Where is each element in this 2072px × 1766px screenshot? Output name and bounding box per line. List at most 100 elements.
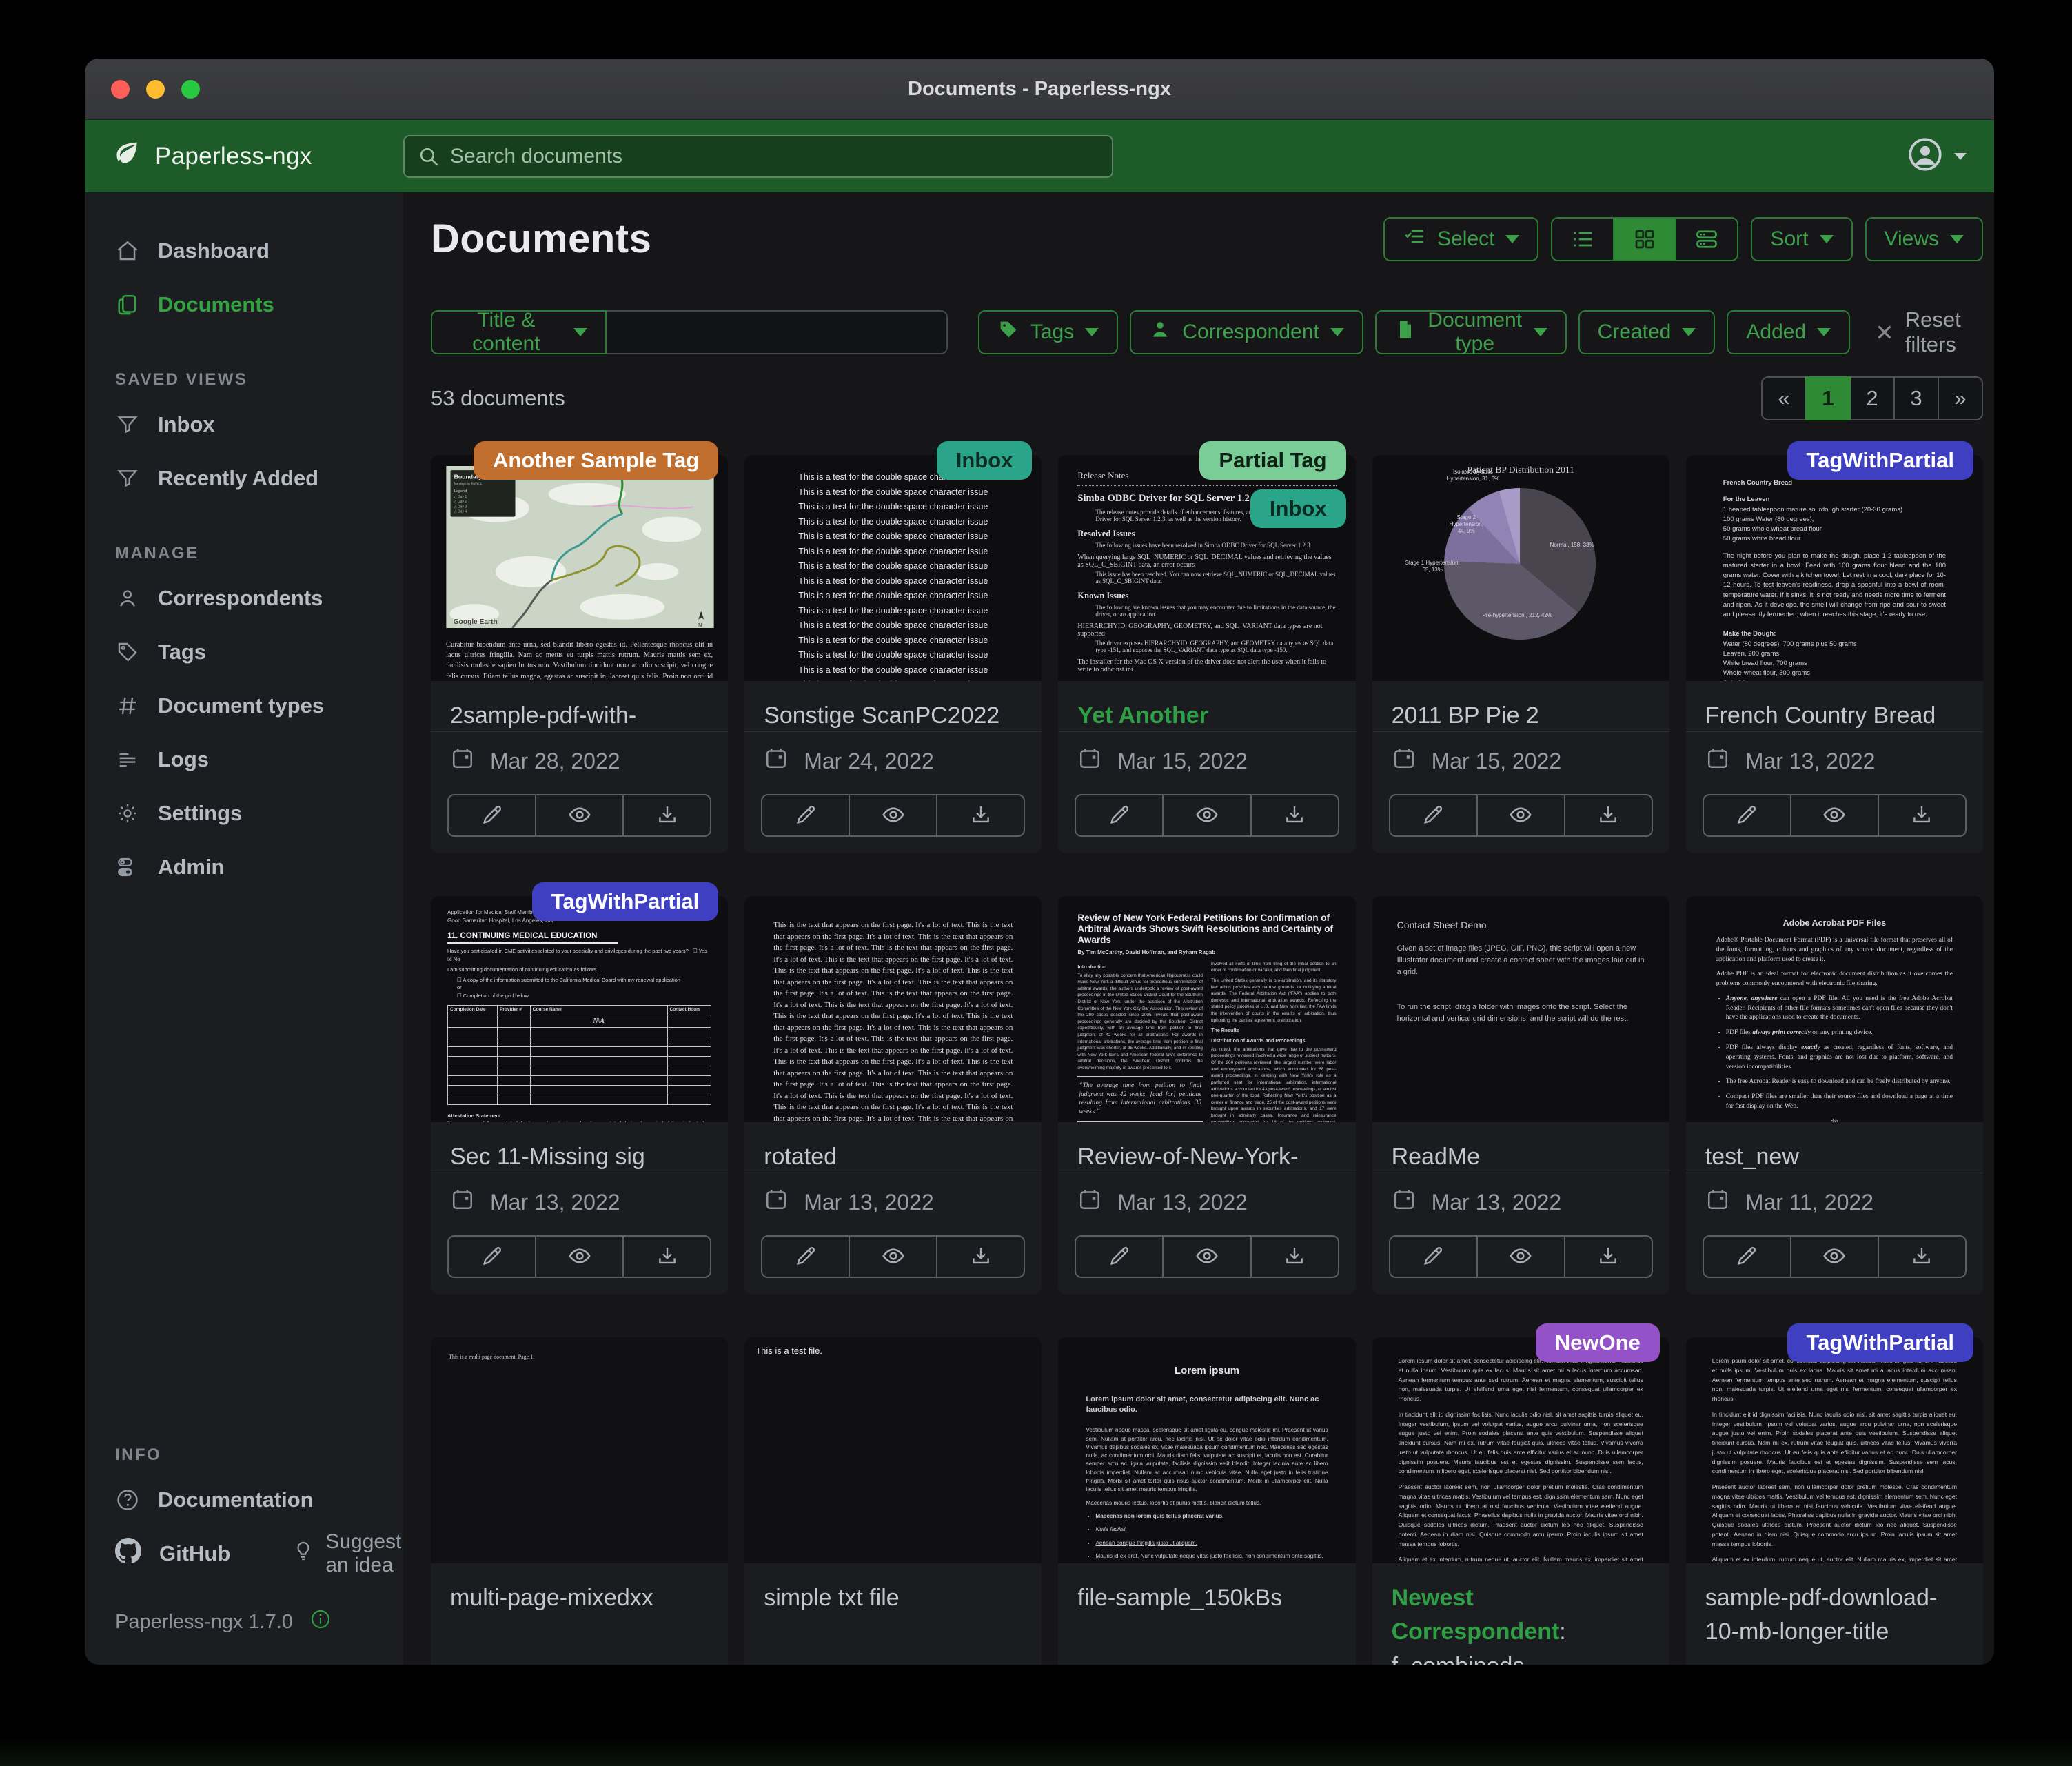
sidebar-item-inbox[interactable]: Inbox xyxy=(85,398,403,451)
document-title[interactable]: rotated xyxy=(744,1122,1042,1173)
document-tag[interactable]: TagWithPartial xyxy=(1787,1323,1973,1362)
edit-document-button[interactable] xyxy=(1389,1235,1478,1278)
edit-document-button[interactable] xyxy=(1075,1235,1164,1278)
document-title[interactable]: Review-of-New-York-Federal-Petitions-art… xyxy=(1058,1122,1355,1173)
document-tag[interactable]: Partial Tag xyxy=(1199,441,1345,480)
download-document-button[interactable] xyxy=(622,794,711,837)
document-correspondent[interactable]: Newest Correspondent xyxy=(1392,1585,1560,1645)
pagination-prev[interactable]: « xyxy=(1761,376,1807,420)
document-tag[interactable]: NewOne xyxy=(1536,1323,1660,1362)
edit-document-button[interactable] xyxy=(1389,794,1478,837)
sidebar-item-documents[interactable]: Documents xyxy=(85,278,403,332)
edit-document-button[interactable] xyxy=(1075,794,1164,837)
view-document-button[interactable] xyxy=(1162,794,1251,837)
info-circle-icon[interactable] xyxy=(309,1608,332,1636)
document-tag[interactable]: Inbox xyxy=(1250,489,1346,528)
pagination-next[interactable]: » xyxy=(1938,376,1983,420)
pagination-page-3[interactable]: 3 xyxy=(1893,376,1939,420)
view-document-button[interactable] xyxy=(849,1235,937,1278)
download-document-button[interactable] xyxy=(1564,1235,1653,1278)
document-thumbnail[interactable]: Lorem ipsum dolor sit amet, consectetur … xyxy=(1686,1337,1983,1563)
download-document-button[interactable] xyxy=(936,1235,1025,1278)
download-document-button[interactable] xyxy=(1564,794,1653,837)
document-thumbnail[interactable]: This is the text that appears on the fir… xyxy=(744,896,1042,1122)
sidebar-item-github[interactable]: GitHub xyxy=(159,1541,230,1566)
correspondent-filter-button[interactable]: Correspondent xyxy=(1130,310,1363,354)
document-title[interactable]: file-sample_150kBs xyxy=(1058,1563,1355,1665)
maximize-window-button[interactable] xyxy=(181,80,200,99)
document-title[interactable]: 2sample-pdf-with-images xyxy=(431,681,728,731)
document-title[interactable]: Sec 11-Missing sig xyxy=(431,1122,728,1173)
document-title[interactable]: multi-page-mixedxx xyxy=(431,1563,728,1665)
close-window-button[interactable] xyxy=(111,80,130,99)
document-correspondent[interactable]: Yet Another Correspondent xyxy=(1077,702,1246,731)
document-thumbnail[interactable]: Contact Sheet DemoGiven a set of image f… xyxy=(1372,896,1669,1122)
document-thumbnail[interactable]: This is a test for the double space char… xyxy=(744,455,1042,681)
sidebar-item-recently-added[interactable]: Recently Added xyxy=(85,451,403,505)
download-document-button[interactable] xyxy=(1878,794,1967,837)
title-content-dropdown[interactable]: Title & content xyxy=(431,310,607,354)
pagination-page-2[interactable]: 2 xyxy=(1849,376,1895,420)
document-thumbnail[interactable]: Lorem ipsumLorem ipsum dolor sit amet, c… xyxy=(1058,1337,1355,1563)
sidebar-item-correspondents[interactable]: Correspondents xyxy=(85,571,403,625)
filter-text-input[interactable] xyxy=(607,310,948,354)
view-document-button[interactable] xyxy=(535,794,624,837)
sidebar-item-dashboard[interactable]: Dashboard xyxy=(85,224,403,278)
document-tag[interactable]: Another Sample Tag xyxy=(474,441,718,480)
document-thumbnail[interactable]: This is a multi page document. Page 1. xyxy=(431,1337,728,1563)
edit-document-button[interactable] xyxy=(447,794,536,837)
select-button[interactable]: Select xyxy=(1383,217,1538,261)
view-document-button[interactable] xyxy=(849,794,937,837)
view-document-button[interactable] xyxy=(535,1235,624,1278)
search-input[interactable] xyxy=(403,135,1113,178)
view-document-button[interactable] xyxy=(1476,794,1565,837)
document-thumbnail[interactable]: French Country BreadFor the Leaven1 heap… xyxy=(1686,455,1983,681)
pagination-page-1[interactable]: 1 xyxy=(1805,376,1851,420)
sidebar-item-settings[interactable]: Settings xyxy=(85,786,403,840)
document-tag[interactable]: Inbox xyxy=(937,441,1033,480)
document-title[interactable]: Newest Correspondent: f_combineds xyxy=(1372,1563,1669,1665)
document-tag[interactable]: TagWithPartial xyxy=(532,882,718,921)
sort-button[interactable]: Sort xyxy=(1751,217,1852,261)
edit-document-button[interactable] xyxy=(761,794,850,837)
view-document-button[interactable] xyxy=(1162,1235,1251,1278)
view-document-button[interactable] xyxy=(1790,794,1879,837)
document-thumbnail[interactable]: Application for Medical Staff MembersGoo… xyxy=(431,896,728,1122)
document-thumbnail[interactable]: Review of New York Federal Petitions for… xyxy=(1058,896,1355,1122)
download-document-button[interactable] xyxy=(936,794,1025,837)
download-document-button[interactable] xyxy=(1250,794,1339,837)
download-document-button[interactable] xyxy=(1878,1235,1967,1278)
document-thumbnail[interactable]: Boundary Waters Tripfor days in BWCALege… xyxy=(431,455,728,681)
document-thumbnail[interactable]: Lorem ipsum dolor sit amet, consectetur … xyxy=(1372,1337,1669,1563)
edit-document-button[interactable] xyxy=(447,1235,536,1278)
views-button[interactable]: Views xyxy=(1865,217,1983,261)
edit-document-button[interactable] xyxy=(1703,794,1791,837)
created-filter-button[interactable]: Created xyxy=(1578,310,1716,354)
tags-filter-button[interactable]: Tags xyxy=(978,310,1118,354)
document-thumbnail[interactable]: Patient BP Distribution 2011Normal, 158,… xyxy=(1372,455,1669,681)
reset-filters-button[interactable]: ✕ Reset filters xyxy=(1875,307,1986,357)
user-menu[interactable] xyxy=(1906,135,1967,177)
download-document-button[interactable] xyxy=(622,1235,711,1278)
added-filter-button[interactable]: Added xyxy=(1727,310,1850,354)
suggest-idea-link[interactable]: Suggest an idea xyxy=(292,1530,403,1577)
document-title[interactable]: Yet Another Correspondent: Testing Email xyxy=(1058,681,1355,731)
view-document-button[interactable] xyxy=(1790,1235,1879,1278)
sidebar-item-tags[interactable]: Tags xyxy=(85,625,403,679)
document-title[interactable]: simple txt file xyxy=(744,1563,1042,1665)
document-title[interactable]: French Country Bread Revised.docx xyxy=(1686,681,1983,731)
view-grid-button[interactable] xyxy=(1613,219,1675,260)
document-thumbnail[interactable]: Adobe Acrobat PDF FilesAdobe® Portable D… xyxy=(1686,896,1983,1122)
sidebar-item-documentation[interactable]: Documentation xyxy=(85,1473,403,1527)
document-title[interactable]: 2011 BP Pie 2 xyxy=(1372,681,1669,731)
view-list-button[interactable] xyxy=(1552,219,1613,260)
sidebar-item-logs[interactable]: Logs xyxy=(85,733,403,786)
document-thumbnail[interactable]: This is a test file. xyxy=(744,1337,1042,1563)
view-detail-button[interactable] xyxy=(1675,219,1737,260)
document-title[interactable]: ReadMe xyxy=(1372,1122,1669,1173)
edit-document-button[interactable] xyxy=(761,1235,850,1278)
minimize-window-button[interactable] xyxy=(146,80,165,99)
document-title[interactable]: test_new xyxy=(1686,1122,1983,1173)
view-document-button[interactable] xyxy=(1476,1235,1565,1278)
edit-document-button[interactable] xyxy=(1703,1235,1791,1278)
